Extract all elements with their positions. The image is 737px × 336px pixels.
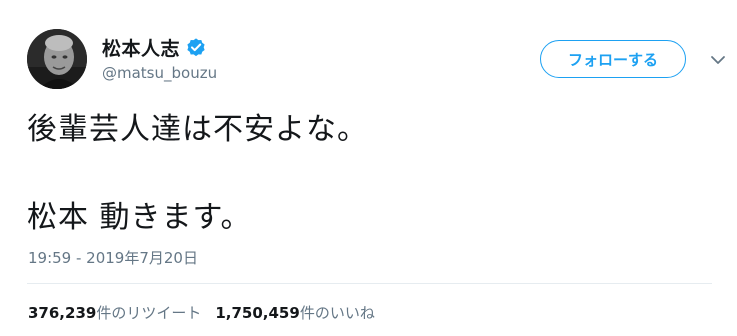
like-count: 1,750,459 [215,304,300,322]
user-handle[interactable]: @matsu_bouzu [102,64,217,82]
like-stat[interactable]: 1,750,459 件のいいね [215,302,374,323]
tweet-text: 後輩芸人達は不安よな。 松本 動きます。 [27,108,707,240]
display-name[interactable]: 松本人志 [102,34,180,61]
name-row: 松本人志 [102,34,207,61]
retweet-stat[interactable]: 376,239 件のリツイート [28,302,201,323]
tweet-line: 松本 動きます。 [27,200,252,235]
retweet-count: 376,239 [28,304,97,322]
tweet-stats: 376,239 件のリツイート 1,750,459 件のいいね [28,302,375,323]
chevron-down-icon[interactable] [709,52,727,66]
tweet-timestamp[interactable]: 19:59 - 2019年7月20日 [28,247,198,268]
retweet-label: 件のリツイート [96,304,202,322]
divider [27,283,712,284]
follow-button[interactable]: フォローする [540,40,686,78]
like-label: 件のいいね [299,304,375,322]
tweet-line: 後輩芸人達は不安よな。 [27,112,368,147]
profile-photo-icon [27,29,87,89]
avatar[interactable] [27,29,87,89]
verified-badge-icon [185,37,207,59]
tweet-card: 松本人志 @matsu_bouzu フォローする 後輩芸人達は不安よな。 松本 … [0,0,737,336]
